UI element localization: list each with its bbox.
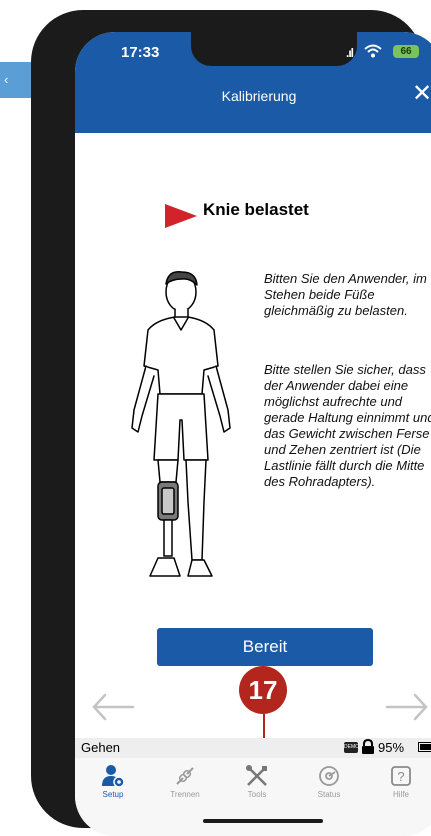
standing-person-illustration <box>131 271 231 577</box>
battery-indicator: 66 <box>393 45 419 58</box>
svg-text:?: ? <box>397 769 404 784</box>
notch <box>191 32 357 66</box>
instruction-text-1: Bitten Sie den Anwender, im Stehen beide… <box>264 271 427 318</box>
step-title: Knie belastet <box>203 200 309 219</box>
help-icon: ? <box>391 766 411 786</box>
home-indicator[interactable] <box>203 819 323 823</box>
demo-icon: DEMO <box>344 742 359 753</box>
unlink-icon <box>176 767 194 785</box>
tab-setup[interactable]: Setup <box>77 758 149 799</box>
tab-trennen[interactable]: Trennen <box>149 758 221 799</box>
status-icon <box>319 766 339 786</box>
app-screen: 17:33 .ıl 66 Kalibrierung ✕ Knie belaste… <box>75 32 431 836</box>
tab-bar: Setup Trennen Tools Status ? Hilfe <box>75 758 431 836</box>
ready-button[interactable]: Bereit <box>157 628 373 666</box>
signal-icon: .ıl <box>346 46 354 60</box>
wifi-icon <box>364 44 382 58</box>
mode-label: Gehen <box>81 740 121 755</box>
page-title: Kalibrierung <box>221 88 297 104</box>
forward-arrow-icon[interactable] <box>385 692 429 722</box>
tab-hilfe[interactable]: ? Hilfe <box>365 758 431 799</box>
tab-label-hilfe: Hilfe <box>392 790 409 799</box>
side-panel-tab[interactable]: ‹ <box>0 62 34 98</box>
device-battery-icon <box>418 742 431 752</box>
chevron-left-icon: ‹ <box>4 72 9 87</box>
back-arrow-icon[interactable] <box>91 692 135 722</box>
status-time: 17:33 <box>121 44 160 61</box>
tab-status[interactable]: Status <box>293 758 365 799</box>
tools-icon <box>246 765 267 786</box>
phone-frame: 17:33 .ıl 66 Kalibrierung ✕ Knie belaste… <box>31 10 431 836</box>
instruction-text-2: Bitte stellen Sie sicher, dass der Anwen… <box>264 362 431 489</box>
tab-tools[interactable]: Tools <box>221 758 293 799</box>
tab-label-setup: Setup <box>102 790 124 799</box>
top-bar: 17:33 .ıl 66 Kalibrierung ✕ <box>75 32 431 133</box>
tab-label-status: Status <box>317 790 341 799</box>
tab-label-trennen: Trennen <box>170 790 200 799</box>
play-triangle-icon <box>165 204 197 228</box>
tab-label-tools: Tools <box>247 790 267 799</box>
lock-icon <box>362 739 374 754</box>
person-gear-icon <box>102 765 125 788</box>
device-battery-percent: 95% <box>378 740 405 755</box>
close-button[interactable]: ✕ <box>412 82 431 106</box>
device-status-bar: Gehen DEMO 95% <box>75 738 431 758</box>
callout-badge: 17 <box>239 666 287 714</box>
